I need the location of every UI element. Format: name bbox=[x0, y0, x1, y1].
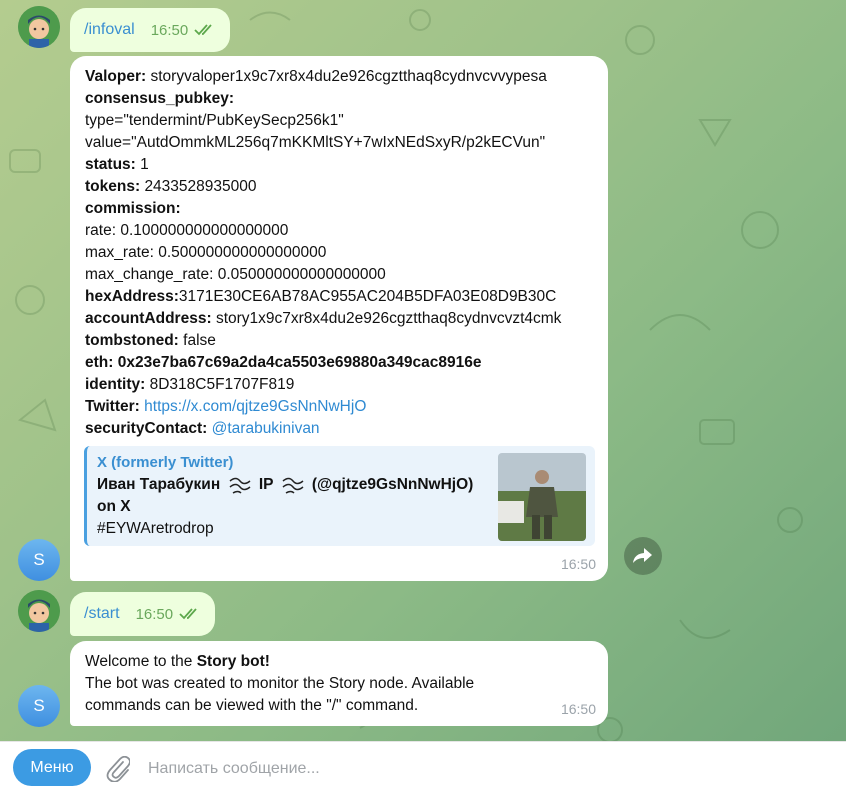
pubkey-value: value="AutdOmmkML256q7mKKMltSY+7wIxNEdSx… bbox=[85, 134, 546, 151]
chat-area: /infoval 16:50 Valoper: storyvaloper1x9c… bbox=[0, 0, 846, 741]
identity-value: 8D318C5F1707F819 bbox=[149, 376, 295, 393]
twitter-link[interactable]: https://x.com/qjtze9GsNnNwHjO bbox=[144, 398, 366, 415]
preview-name: Иван Тарабукин bbox=[97, 476, 221, 493]
bot-avatar[interactable]: S bbox=[18, 685, 60, 727]
message-text: /start bbox=[84, 605, 120, 622]
welcome-message[interactable]: Welcome to the Story bot! The bot was cr… bbox=[70, 641, 608, 726]
rate-line: rate: 0.100000000000000000 bbox=[85, 222, 289, 239]
read-checkmarks-icon bbox=[194, 24, 212, 36]
bot-avatar[interactable]: S bbox=[18, 539, 60, 581]
welcome-line-3: commands can be viewed with the "/" comm… bbox=[85, 697, 419, 714]
max-rate-line: max_rate: 0.500000000000000000 bbox=[85, 244, 327, 261]
read-checkmarks-icon bbox=[179, 608, 197, 620]
status-value: 1 bbox=[140, 156, 149, 173]
twitter-key: Twitter: bbox=[85, 398, 140, 415]
valoper-value: storyvaloper1x9c7xr8x4du2e926cgztthaq8cy… bbox=[150, 68, 547, 85]
welcome-text: Welcome to the bbox=[85, 653, 197, 670]
commission-key: commission: bbox=[85, 200, 181, 217]
identity-key: identity: bbox=[85, 376, 146, 393]
swirl-decoration-icon bbox=[282, 477, 303, 494]
valoper-key: Valoper: bbox=[85, 68, 147, 85]
tombstoned-value: false bbox=[183, 332, 216, 349]
swirl-decoration-icon bbox=[229, 477, 250, 494]
composer-bar: Меню bbox=[0, 741, 846, 794]
preview-ip: IP bbox=[258, 476, 274, 493]
command-infoval-message[interactable]: /infoval 16:50 bbox=[70, 8, 231, 52]
preview-handle: (@qjtze9GsNnNwHjO) bbox=[311, 476, 474, 493]
command-start-message[interactable]: /start 16:50 bbox=[70, 592, 216, 636]
message-text: /infoval bbox=[84, 21, 135, 38]
tombstoned-key: tombstoned: bbox=[85, 332, 179, 349]
validator-info-message[interactable]: Valoper: storyvaloper1x9c7xr8x4du2e926cg… bbox=[70, 56, 608, 581]
preview-site-name: X (formerly Twitter) bbox=[97, 454, 234, 471]
welcome-line-2: The bot was created to monitor the Story… bbox=[85, 675, 475, 692]
preview-on-x: on X bbox=[97, 498, 131, 515]
bot-name: Story bot! bbox=[196, 653, 270, 670]
max-change-rate-line: max_change_rate: 0.050000000000000000 bbox=[85, 266, 386, 283]
message-time: 16:50 bbox=[560, 556, 596, 572]
user-avatar[interactable] bbox=[18, 6, 60, 48]
user-avatar[interactable] bbox=[18, 590, 60, 632]
message-input[interactable] bbox=[146, 751, 800, 787]
hex-address-key: hexAddress: bbox=[85, 288, 179, 305]
menu-button[interactable]: Меню bbox=[13, 749, 91, 786]
tokens-key: tokens: bbox=[85, 178, 141, 195]
share-arrow-icon bbox=[633, 548, 652, 563]
attach-paperclip-icon[interactable] bbox=[106, 756, 130, 782]
hex-address-value: 3171E30CE6AB78AC955AC204B5DFA03E08D9B30C bbox=[178, 288, 557, 305]
preview-title-line: Иван Тарабукин IP (@qjtze9GsNnNwHjO) bbox=[97, 474, 473, 496]
eth-line: eth: 0x23e7ba67c69a2da4ca5503e69880a349c… bbox=[85, 354, 482, 371]
account-address-key: accountAddress: bbox=[85, 310, 212, 327]
message-time: 16:50 bbox=[135, 605, 174, 623]
status-key: status: bbox=[85, 156, 136, 173]
preview-hashtag: #EYWAretrodrop bbox=[97, 520, 214, 537]
account-address-value: story1x9c7xr8x4du2e926cgztthaq8cydnvcvzt… bbox=[215, 310, 562, 327]
link-preview[interactable]: X (formerly Twitter) Иван Тарабукин IP (… bbox=[84, 446, 595, 546]
security-contact-link[interactable]: @tarabukinivan bbox=[212, 420, 320, 437]
message-time: 16:50 bbox=[560, 701, 596, 717]
user-avatar-icon bbox=[18, 590, 60, 632]
pubkey-key: consensus_pubkey: bbox=[85, 90, 235, 107]
tokens-value: 2433528935000 bbox=[144, 178, 257, 195]
pubkey-type: type="tendermint/PubKeySecp256k1" bbox=[85, 112, 344, 129]
security-contact-key: securityContact: bbox=[85, 420, 208, 437]
user-avatar-icon bbox=[18, 6, 60, 48]
share-button[interactable] bbox=[624, 537, 662, 575]
preview-image bbox=[498, 453, 586, 541]
message-time: 16:50 bbox=[150, 21, 189, 39]
